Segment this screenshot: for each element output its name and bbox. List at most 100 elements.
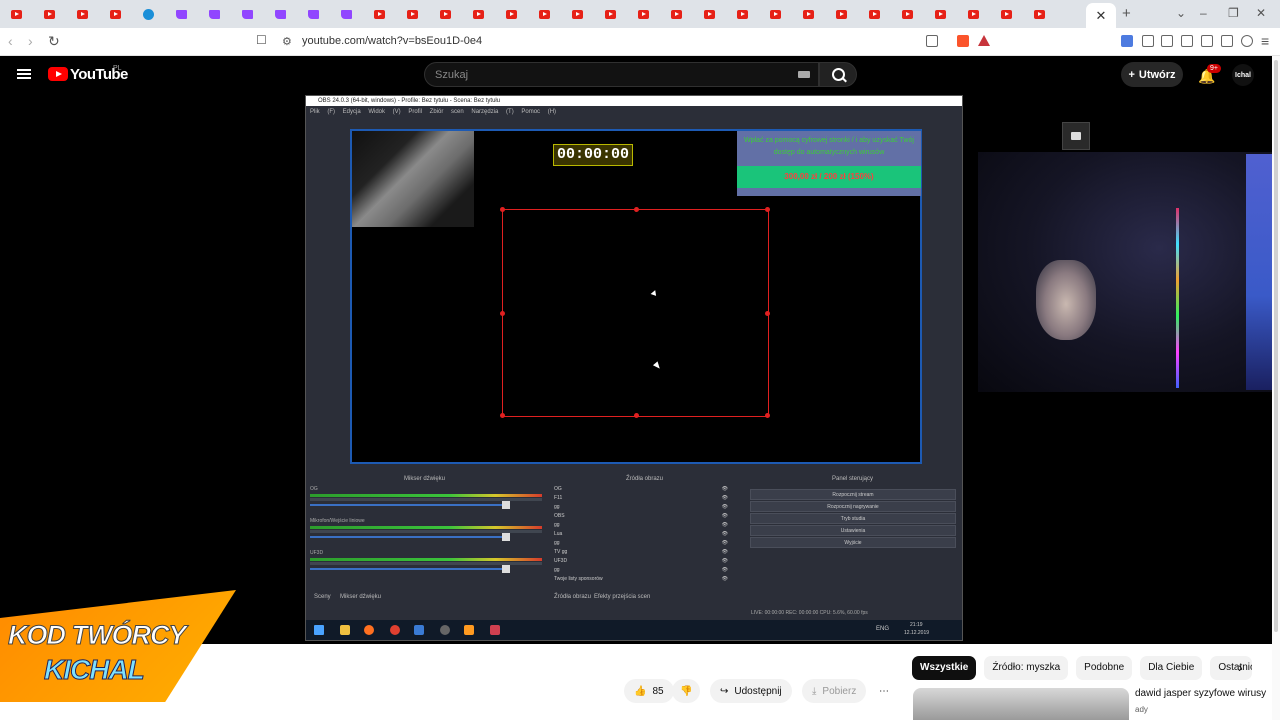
maximize-icon[interactable]: ❐: [1228, 6, 1239, 20]
url-text[interactable]: youtube.com/watch?v=bsEou1D-0e4: [302, 35, 482, 47]
volume-slider[interactable]: [310, 501, 510, 509]
keyboard-icon[interactable]: [798, 71, 810, 78]
search-input[interactable]: [435, 67, 775, 83]
source-item[interactable]: F11: [554, 495, 734, 504]
browser-tab[interactable]: [825, 0, 858, 28]
browser-tab[interactable]: [462, 0, 495, 28]
browser-tab[interactable]: [726, 0, 759, 28]
browser-tab[interactable]: [495, 0, 528, 28]
start-recording-button[interactable]: Rozpocznij nagrywanie: [750, 501, 956, 512]
chip-source[interactable]: Źródło: myszka: [984, 656, 1069, 680]
settings-button[interactable]: Ustawienia: [750, 525, 956, 536]
volume-slider[interactable]: [310, 565, 510, 573]
avatar[interactable]: Ichal: [1232, 64, 1254, 86]
source-item[interactable]: OBS: [554, 513, 734, 522]
browser-tab[interactable]: [924, 0, 957, 28]
volume-knob[interactable]: [502, 565, 510, 573]
tab-search-icon[interactable]: ⌄: [1176, 6, 1186, 20]
youtube-logo-icon[interactable]: [48, 67, 68, 81]
start-stream-button[interactable]: Rozpocznij stream: [750, 489, 956, 500]
volume-knob[interactable]: [502, 533, 510, 541]
browser-tab[interactable]: [99, 0, 132, 28]
share-button[interactable]: ↪ Udostępnij: [710, 679, 792, 703]
recommendation-channel[interactable]: ady: [1135, 705, 1148, 714]
browser-tab[interactable]: [594, 0, 627, 28]
volume-slider[interactable]: [310, 533, 510, 541]
browser-tab[interactable]: [561, 0, 594, 28]
back-icon[interactable]: ‹: [8, 33, 13, 49]
browser-tab[interactable]: [1023, 0, 1056, 28]
brave-shield-icon[interactable]: [957, 35, 969, 47]
cast-icon[interactable]: [926, 35, 938, 47]
sidebar-icon[interactable]: [1181, 35, 1193, 47]
source-item[interactable]: gg: [554, 504, 734, 513]
source-item[interactable]: UF3D: [554, 558, 734, 567]
extensions-icon[interactable]: [1142, 35, 1154, 47]
menu-icon[interactable]: ≡: [1261, 33, 1269, 49]
exit-button[interactable]: Wyjście: [750, 537, 956, 548]
download-button[interactable]: ⤓ Pobierz: [802, 679, 867, 703]
source-item[interactable]: gg: [554, 567, 734, 576]
browser-tab[interactable]: [891, 0, 924, 28]
chip-all[interactable]: Wszystkie: [912, 656, 977, 680]
vpn-icon[interactable]: [1241, 35, 1253, 47]
browser-tab[interactable]: [0, 0, 33, 28]
recommendation-thumbnail[interactable]: [913, 688, 1129, 720]
close-window-icon[interactable]: ✕: [1256, 6, 1266, 20]
music-icon[interactable]: [1161, 35, 1173, 47]
reload-icon[interactable]: ↻: [48, 33, 60, 50]
chevron-right-icon[interactable]: ›: [1238, 659, 1243, 675]
bookmark-icon[interactable]: ☐: [256, 33, 267, 47]
scenes-tab[interactable]: Sceny: [314, 594, 331, 600]
browser-tab[interactable]: [858, 0, 891, 28]
translate-icon[interactable]: [1121, 35, 1133, 47]
mixer-tab[interactable]: Mikser dźwięku: [340, 594, 381, 600]
studio-mode-button[interactable]: Tryb studia: [750, 513, 956, 524]
browser-tab[interactable]: [429, 0, 462, 28]
forward-icon[interactable]: ›: [28, 33, 33, 49]
volume-knob[interactable]: [502, 501, 510, 509]
browser-tab[interactable]: [165, 0, 198, 28]
browser-tab[interactable]: [132, 0, 165, 28]
minimize-icon[interactable]: –: [1200, 6, 1207, 20]
recommendation-title[interactable]: dawid jasper syzyfowe wirusy: [1135, 688, 1266, 699]
browser-tab[interactable]: [693, 0, 726, 28]
source-item[interactable]: TV gg: [554, 549, 734, 558]
browser-tab[interactable]: [759, 0, 792, 28]
leo-icon[interactable]: [1221, 35, 1233, 47]
browser-tab[interactable]: [363, 0, 396, 28]
scrollbar-thumb[interactable]: [1274, 60, 1278, 632]
browser-tab[interactable]: [33, 0, 66, 28]
create-button[interactable]: + Utwórz: [1121, 62, 1183, 87]
sources-tab[interactable]: Źródła obrazu: [554, 594, 591, 600]
source-item[interactable]: OG: [554, 486, 734, 495]
browser-tab[interactable]: [396, 0, 429, 28]
browser-tab[interactable]: [264, 0, 297, 28]
site-info-icon[interactable]: ⚙: [282, 35, 292, 48]
chip-for-you[interactable]: Dla Ciebie: [1140, 656, 1203, 680]
active-tab[interactable]: ✕: [1086, 3, 1116, 28]
wallet-icon[interactable]: [1201, 35, 1213, 47]
browser-tab[interactable]: [198, 0, 231, 28]
browser-tab[interactable]: [528, 0, 561, 28]
browser-tab[interactable]: [660, 0, 693, 28]
browser-tab[interactable]: [297, 0, 330, 28]
chip-recent[interactable]: Ostatnio: [1210, 656, 1253, 680]
source-item[interactable]: gg: [554, 540, 734, 549]
browser-tab[interactable]: [330, 0, 363, 28]
source-item[interactable]: Twoje listy sponsorów: [554, 576, 734, 585]
rewards-icon[interactable]: [978, 35, 990, 46]
dislike-button[interactable]: 👎: [672, 679, 701, 703]
search-button[interactable]: [819, 62, 857, 87]
browser-tab[interactable]: [990, 0, 1023, 28]
source-item[interactable]: gg: [554, 522, 734, 531]
browser-tab[interactable]: [66, 0, 99, 28]
browser-tab[interactable]: [627, 0, 660, 28]
browser-tab[interactable]: [231, 0, 264, 28]
hamburger-menu-icon[interactable]: [17, 69, 31, 79]
browser-tab[interactable]: [792, 0, 825, 28]
chip-related[interactable]: Podobne: [1076, 656, 1133, 680]
source-item[interactable]: Lua: [554, 531, 734, 540]
browser-tab[interactable]: [957, 0, 990, 28]
new-tab-button[interactable]: +: [1122, 5, 1131, 22]
